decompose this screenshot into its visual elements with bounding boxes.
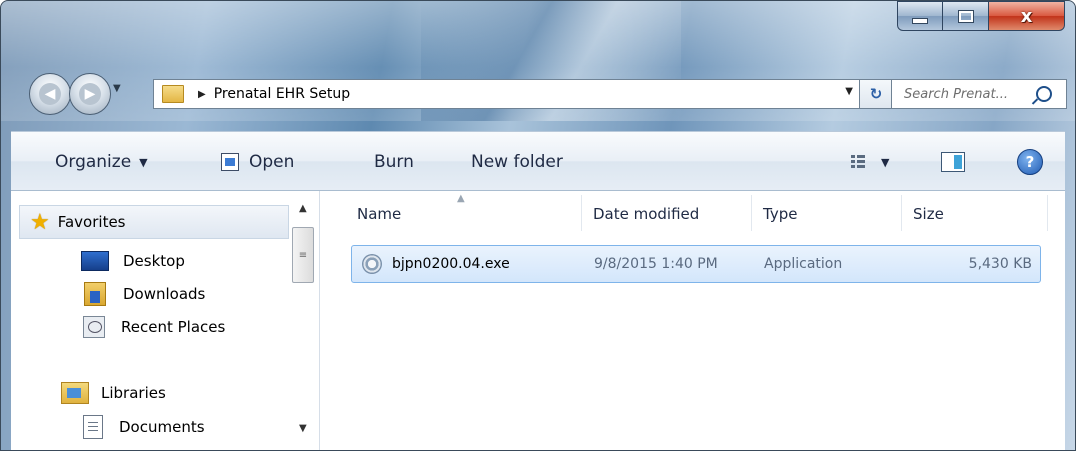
open-button[interactable]: Open bbox=[221, 132, 294, 192]
organize-button[interactable]: Organize ▼ bbox=[55, 132, 148, 192]
maximize-icon bbox=[957, 9, 974, 23]
column-divider[interactable] bbox=[1047, 195, 1048, 231]
documents-label: Documents bbox=[119, 418, 205, 436]
refresh-button[interactable]: ↻ bbox=[859, 79, 893, 109]
desktop-icon bbox=[81, 251, 109, 271]
file-list: ▲ Name Date modified Type Size bjpn0200.… bbox=[323, 191, 1065, 450]
burn-button[interactable]: Burn bbox=[374, 132, 414, 192]
column-headers: ▲ Name Date modified Type Size bbox=[323, 191, 1065, 235]
breadcrumb-item[interactable]: Prenatal EHR Setup bbox=[214, 86, 350, 102]
minimize-button[interactable] bbox=[897, 1, 943, 31]
scrollbar-thumb[interactable]: ≡ bbox=[292, 227, 314, 283]
nav-item-documents[interactable]: Documents bbox=[83, 413, 205, 441]
help-icon: ? bbox=[1017, 149, 1043, 175]
nav-item-downloads[interactable]: Downloads bbox=[84, 280, 205, 308]
desktop-label: Desktop bbox=[123, 252, 185, 270]
nav-item-favorites[interactable]: ★ Favorites bbox=[19, 205, 289, 239]
downloads-label: Downloads bbox=[123, 285, 206, 303]
column-divider[interactable] bbox=[901, 195, 902, 231]
libraries-icon bbox=[61, 382, 89, 404]
file-name: bjpn0200.04.exe bbox=[392, 256, 510, 272]
command-bar: Organize ▼ Open Burn New folder ▼ ? bbox=[11, 131, 1065, 191]
documents-icon bbox=[83, 415, 103, 439]
nav-item-desktop[interactable]: Desktop bbox=[81, 247, 185, 275]
file-date-modified: 9/8/2015 1:40 PM bbox=[594, 256, 718, 272]
new-folder-label: New folder bbox=[471, 152, 563, 172]
organize-label: Organize bbox=[55, 152, 132, 172]
favorites-star-icon: ★ bbox=[30, 209, 50, 235]
back-button[interactable]: ◀ bbox=[29, 73, 71, 115]
address-dropdown-icon[interactable]: ▼ bbox=[845, 86, 853, 97]
views-dropdown-icon: ▼ bbox=[881, 155, 890, 169]
close-icon: x bbox=[1020, 5, 1033, 27]
minimize-icon bbox=[912, 18, 928, 24]
new-folder-button[interactable]: New folder bbox=[471, 132, 563, 192]
application-gear-icon bbox=[362, 254, 382, 274]
recent-places-icon bbox=[83, 316, 105, 338]
column-header-name[interactable]: Name bbox=[357, 205, 401, 223]
open-label: Open bbox=[249, 152, 295, 172]
breadcrumb-chevron-icon[interactable]: ▶ bbox=[198, 89, 206, 100]
caption-buttons: x bbox=[897, 1, 1065, 37]
details-view-icon bbox=[851, 155, 865, 169]
libraries-label: Libraries bbox=[101, 384, 166, 402]
downloads-icon bbox=[84, 282, 106, 306]
help-button[interactable]: ? bbox=[1017, 132, 1043, 192]
file-size: 5,430 KB bbox=[968, 256, 1032, 272]
open-icon bbox=[221, 153, 239, 171]
favorites-label: Favorites bbox=[57, 213, 126, 231]
forward-button[interactable]: ▶ bbox=[69, 73, 111, 115]
recent-places-label: Recent Places bbox=[121, 318, 226, 336]
address-bar[interactable]: ▶ Prenatal EHR Setup ▼ bbox=[153, 79, 888, 109]
file-type: Application bbox=[764, 256, 843, 272]
folder-icon bbox=[162, 85, 184, 103]
scroll-down-arrow-icon[interactable]: ▼ bbox=[299, 423, 307, 434]
nav-item-recent-places[interactable]: Recent Places bbox=[83, 313, 225, 341]
refresh-icon: ↻ bbox=[869, 85, 883, 103]
search-input[interactable]: Search Prenat... bbox=[904, 87, 1032, 102]
column-divider[interactable] bbox=[751, 195, 752, 231]
preview-pane-icon bbox=[941, 152, 965, 172]
organize-dropdown-icon: ▼ bbox=[139, 155, 148, 169]
burn-label: Burn bbox=[374, 152, 414, 172]
close-button[interactable]: x bbox=[989, 1, 1065, 31]
back-arrow-icon: ◀ bbox=[39, 83, 61, 105]
change-view-button[interactable]: ▼ bbox=[851, 132, 889, 192]
nav-item-libraries[interactable]: Libraries bbox=[61, 379, 166, 407]
maximize-button[interactable] bbox=[943, 1, 989, 31]
search-box[interactable]: Search Prenat... bbox=[891, 79, 1067, 109]
sort-ascending-icon: ▲ bbox=[457, 193, 465, 204]
column-header-size[interactable]: Size bbox=[913, 205, 944, 223]
preview-pane-button[interactable] bbox=[941, 132, 965, 192]
file-row-selected[interactable]: bjpn0200.04.exe 9/8/2015 1:40 PM Applica… bbox=[351, 245, 1041, 283]
column-header-type[interactable]: Type bbox=[763, 205, 797, 223]
navigation-pane: ★ Favorites Desktop Downloads Recent Pla… bbox=[11, 191, 320, 450]
scroll-up-arrow-icon[interactable]: ▲ bbox=[299, 203, 307, 214]
nav-pane-scrollbar[interactable]: ▲ ≡ ▼ bbox=[291, 191, 317, 450]
pane-area: ★ Favorites Desktop Downloads Recent Pla… bbox=[11, 191, 1065, 450]
navigation-bar: ◀ ▶ ▼ ▶ Prenatal EHR Setup ▼ ↻ Search Pr… bbox=[29, 69, 1067, 121]
search-icon[interactable] bbox=[1036, 86, 1052, 102]
column-divider[interactable] bbox=[581, 195, 582, 231]
recent-pages-dropdown[interactable]: ▼ bbox=[113, 83, 121, 94]
explorer-window: x ◀ ▶ ▼ ▶ Prenatal EHR Setup ▼ ↻ Search … bbox=[0, 0, 1076, 451]
column-header-date-modified[interactable]: Date modified bbox=[593, 205, 699, 223]
forward-arrow-icon: ▶ bbox=[79, 83, 101, 105]
